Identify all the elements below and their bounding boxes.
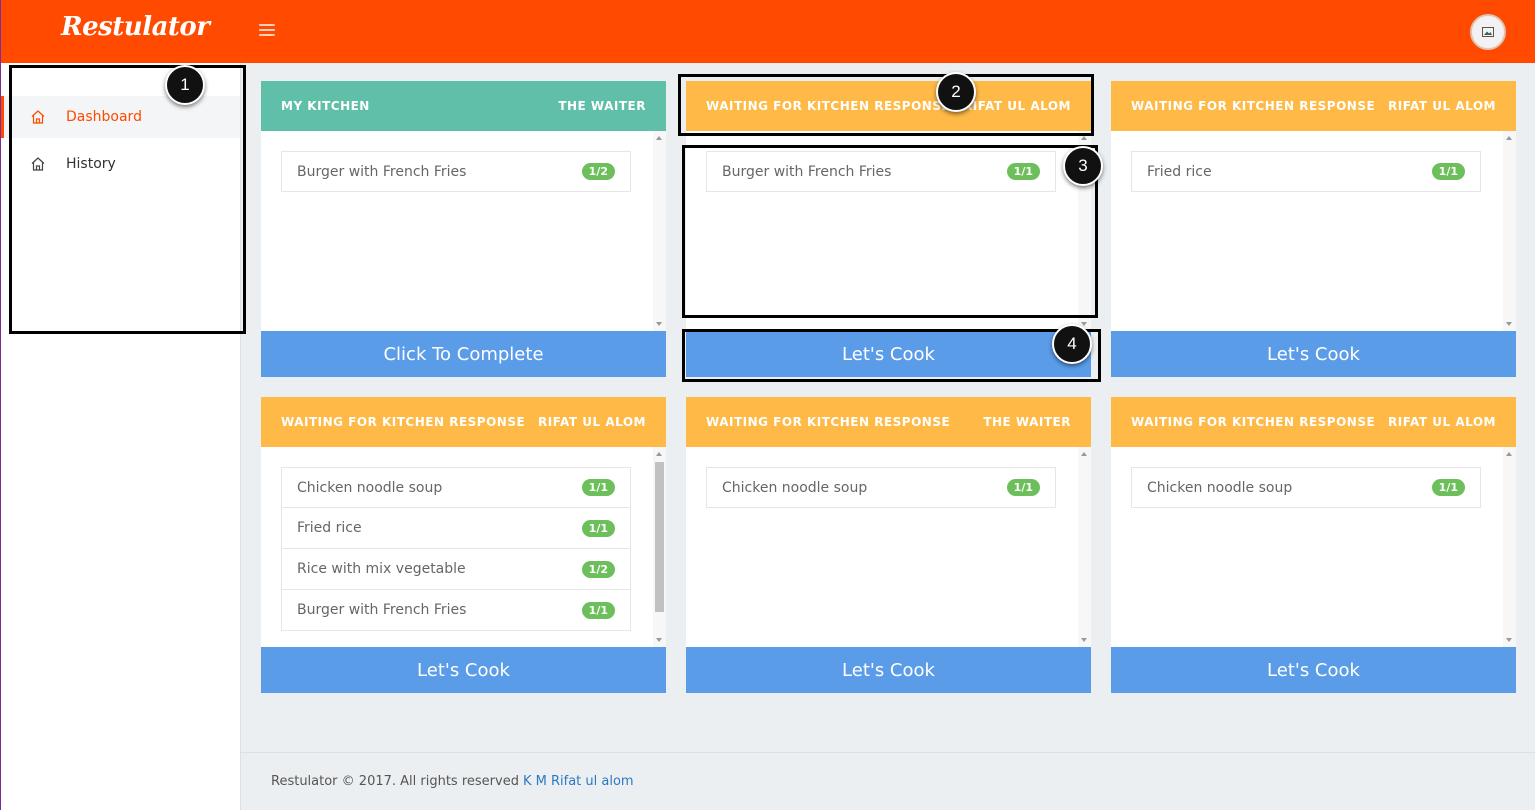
item-name: Chicken noodle soup: [297, 479, 443, 496]
order-card: WAITING FOR KITCHEN RESPONSE RIFAT UL AL…: [1111, 81, 1516, 377]
item-name: Burger with French Fries: [297, 602, 467, 618]
card-header: MY KITCHEN THE WAITER: [261, 81, 666, 131]
quantity-badge: 1/1: [1006, 479, 1040, 496]
quantity-badge: 1/2: [581, 163, 615, 180]
card-header: WAITING FOR KITCHEN RESPONSE THE WAITER: [686, 397, 1091, 447]
copyright-text: Restulator © 2017. All rights reserved: [271, 774, 519, 789]
complete-button[interactable]: Click To Complete: [261, 331, 666, 377]
list-item: Chicken noodle soup 1/1: [706, 467, 1056, 508]
order-card: WAITING FOR KITCHEN RESPONSE RIFAT UL AL…: [261, 397, 666, 693]
order-items-panel[interactable]: Chicken noodle soup 1/1: [686, 447, 1091, 647]
list-item: Fried rice 1/1: [281, 508, 631, 549]
waiter-name: RIFAT UL ALOM: [538, 415, 646, 429]
order-status: MY KITCHEN: [281, 99, 370, 113]
sidebar: Dashboard History: [0, 63, 241, 810]
home-icon: [31, 110, 45, 124]
list-item: Chicken noodle soup 1/1: [281, 467, 631, 508]
waiter-name: RIFAT UL ALOM: [1388, 415, 1496, 429]
annotation-marker: 2: [936, 72, 976, 112]
order-status: WAITING FOR KITCHEN RESPONSE: [1131, 99, 1376, 113]
order-items-panel[interactable]: Burger with French Fries 1/2: [261, 131, 666, 331]
scrollbar[interactable]: [1078, 447, 1091, 647]
quantity-badge: 1/1: [1431, 163, 1465, 180]
lets-cook-button[interactable]: Let's Cook: [1111, 331, 1516, 377]
item-name: Burger with French Fries: [722, 163, 892, 180]
quantity-badge: 1/1: [581, 601, 615, 619]
item-name: Fried rice: [1147, 163, 1212, 180]
scrollbar[interactable]: [1503, 131, 1516, 331]
top-bar: Restulator: [0, 0, 1535, 63]
lets-cook-button[interactable]: Let's Cook: [686, 647, 1091, 693]
sidebar-item-label: History: [66, 156, 116, 172]
list-item: Fried rice 1/1: [1131, 151, 1481, 192]
annotation-marker: 4: [1052, 324, 1092, 364]
annotation-marker: 1: [165, 65, 205, 105]
quantity-badge: 1/1: [581, 479, 615, 496]
order-status: WAITING FOR KITCHEN RESPONSE: [1131, 415, 1376, 429]
order-items-panel[interactable]: Chicken noodle soup 1/1: [1111, 447, 1516, 647]
order-status: WAITING FOR KITCHEN RESPONSE: [706, 415, 951, 429]
brand-logo[interactable]: Restulator: [61, 12, 210, 42]
item-name: Chicken noodle soup: [722, 479, 868, 496]
waiter-name: THE WAITER: [983, 415, 1071, 429]
footer: Restulator © 2017. All rights reserved K…: [241, 752, 1535, 810]
scrollbar[interactable]: [653, 131, 666, 331]
card-header: WAITING FOR KITCHEN RESPONSE RIFAT UL AL…: [261, 397, 666, 447]
list-item: Rice with mix vegetable 1/2: [281, 549, 631, 590]
order-items-panel[interactable]: Fried rice 1/1: [1111, 131, 1516, 331]
order-card: MY KITCHEN THE WAITER Burger with French…: [261, 81, 666, 377]
quantity-badge: 1/1: [581, 519, 615, 537]
card-header: WAITING FOR KITCHEN RESPONSE RIFAT UL AL…: [1111, 397, 1516, 447]
scrollbar[interactable]: [1503, 447, 1516, 647]
list-item: Burger with French Fries 1/1: [281, 590, 631, 631]
card-header: WAITING FOR KITCHEN RESPONSE RIFAT UL AL…: [686, 81, 1091, 131]
lets-cook-button[interactable]: Let's Cook: [261, 647, 666, 693]
item-name: Rice with mix vegetable: [297, 561, 466, 577]
waiter-name: RIFAT UL ALOM: [963, 99, 1071, 113]
annotation-marker: 3: [1063, 146, 1103, 186]
scrollbar[interactable]: [653, 447, 666, 647]
lets-cook-button[interactable]: Let's Cook: [1111, 647, 1516, 693]
order-status: WAITING FOR KITCHEN RESPONSE: [706, 99, 951, 113]
waiter-name: THE WAITER: [558, 99, 646, 113]
order-status: WAITING FOR KITCHEN RESPONSE: [281, 415, 526, 429]
quantity-badge: 1/1: [1006, 163, 1040, 180]
item-name: Burger with French Fries: [297, 163, 467, 180]
order-items-panel[interactable]: Chicken noodle soup 1/1 Fried rice 1/1 Ric…: [261, 447, 666, 647]
order-card: WAITING FOR KITCHEN RESPONSE THE WAITER …: [686, 397, 1091, 693]
home-icon: [31, 157, 45, 171]
card-header: WAITING FOR KITCHEN RESPONSE RIFAT UL AL…: [1111, 81, 1516, 131]
scrollbar-thumb[interactable]: [655, 462, 664, 612]
list-item: Chicken noodle soup 1/1: [1131, 467, 1481, 508]
quantity-badge: 1/1: [1431, 479, 1465, 496]
author-link[interactable]: K M Rifat ul alom: [523, 774, 634, 789]
quantity-badge: 1/2: [581, 560, 615, 578]
image-placeholder-icon: [1482, 27, 1494, 37]
list-item: Burger with French Fries 1/2: [281, 151, 631, 192]
lets-cook-button[interactable]: Let's Cook: [686, 331, 1091, 377]
list-item: Burger with French Fries 1/1: [706, 151, 1056, 192]
user-avatar[interactable]: [1470, 14, 1506, 50]
item-name: Chicken noodle soup: [1147, 479, 1293, 496]
order-items-panel[interactable]: Burger with French Fries 1/1: [686, 131, 1091, 331]
item-name: Fried rice: [297, 520, 362, 536]
sidebar-item-history[interactable]: History: [1, 143, 240, 185]
order-card: WAITING FOR KITCHEN RESPONSE RIFAT UL AL…: [1111, 397, 1516, 693]
waiter-name: RIFAT UL ALOM: [1388, 99, 1496, 113]
sidebar-item-dashboard[interactable]: Dashboard: [1, 96, 240, 138]
sidebar-item-label: Dashboard: [66, 109, 142, 125]
menu-toggle-icon[interactable]: [259, 24, 275, 38]
order-card: WAITING FOR KITCHEN RESPONSE RIFAT UL AL…: [686, 81, 1091, 377]
